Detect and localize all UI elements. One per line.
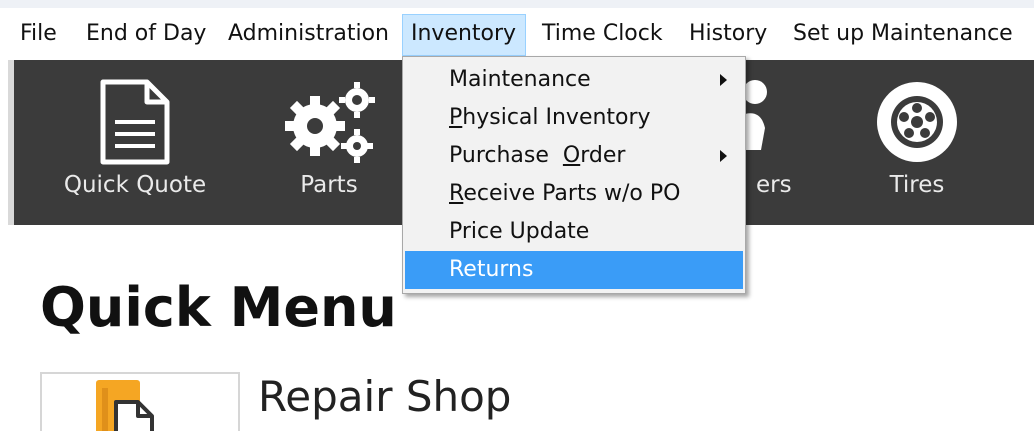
gears-icon xyxy=(281,80,377,168)
quick-quote-button[interactable]: Quick Quote xyxy=(50,60,220,225)
person-icon xyxy=(743,80,775,154)
parts-label: Parts xyxy=(300,172,358,198)
menu-item-text: Maintenance xyxy=(449,67,591,92)
menu-item-mnemonic: O xyxy=(562,143,581,168)
menu-inventory[interactable]: Inventory xyxy=(402,14,526,56)
folder-document-icon xyxy=(96,380,166,431)
menu-time-clock[interactable]: Time Clock xyxy=(534,14,671,56)
menu-bar: File End of Day Administration Inventory… xyxy=(0,0,1034,58)
menu-bar-top-border xyxy=(0,0,1034,8)
menu-item-receive-parts[interactable]: Receive Parts w/o PO xyxy=(405,175,743,213)
menu-file[interactable]: File xyxy=(12,14,65,56)
menu-item-mnemonic: R xyxy=(449,181,464,206)
menu-item-maintenance[interactable]: Maintenance xyxy=(405,61,743,99)
repair-shop-label: Repair Shop xyxy=(258,372,512,421)
tires-label: Tires xyxy=(889,172,945,198)
document-icon xyxy=(95,78,175,170)
menu-end-of-day[interactable]: End of Day xyxy=(78,14,214,56)
submenu-arrow-icon xyxy=(720,74,727,86)
menu-history[interactable]: History xyxy=(681,14,775,56)
menu-item-text: Purchase xyxy=(449,143,563,168)
menu-item-text: rder xyxy=(580,143,626,168)
quick-menu-title: Quick Menu xyxy=(40,276,397,339)
menu-item-returns[interactable]: Returns xyxy=(405,251,743,289)
tire-icon xyxy=(875,80,959,168)
inventory-dropdown-menu: Maintenance Physical Inventory Purchase … xyxy=(402,56,746,294)
menu-item-text: Price Update xyxy=(449,219,590,244)
submenu-arrow-icon xyxy=(720,150,727,162)
menu-administration[interactable]: Administration xyxy=(220,14,397,56)
menu-set-up-maintenance[interactable]: Set up Maintenance xyxy=(785,14,1021,56)
menu-item-text: Returns xyxy=(449,257,534,282)
tires-button[interactable]: Tires xyxy=(832,60,1002,225)
parts-button[interactable]: Parts xyxy=(244,60,414,225)
menu-item-text: hysical Inventory xyxy=(462,105,651,130)
menu-item-price-update[interactable]: Price Update xyxy=(405,213,743,251)
quick-quote-label: Quick Quote xyxy=(63,172,207,198)
menu-item-text: eceive Parts w/o PO xyxy=(463,181,681,206)
menu-item-physical-inventory[interactable]: Physical Inventory xyxy=(405,99,743,137)
menu-item-purchase-order[interactable]: Purchase Order xyxy=(405,137,743,175)
menu-item-mnemonic: P xyxy=(449,105,463,130)
